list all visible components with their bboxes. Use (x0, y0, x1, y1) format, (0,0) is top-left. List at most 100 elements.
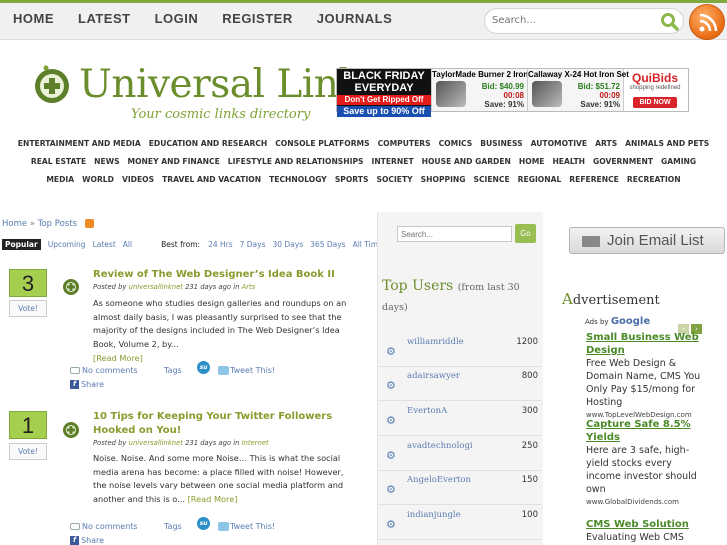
category-link[interactable]: GAMING (661, 157, 696, 166)
top-user-name[interactable]: EvertonA (407, 406, 447, 416)
text-ad[interactable]: CMS Web Solution Evaluating Web CMS (586, 518, 706, 544)
category-link[interactable]: SCIENCE (474, 175, 510, 184)
comments-link[interactable]: No comments (70, 522, 138, 531)
range-24h[interactable]: 24 Hrs (208, 240, 233, 249)
post-category[interactable]: Arts (242, 283, 256, 291)
category-link[interactable]: RECREATION (627, 175, 681, 184)
nav-journals[interactable]: JOURNALS (317, 11, 393, 26)
logo-icon[interactable] (32, 62, 76, 110)
facebook-share-link[interactable]: f Share (70, 536, 104, 545)
category-link[interactable]: HEALTH (552, 157, 585, 166)
bid-now-button[interactable]: BID NOW (633, 97, 677, 108)
range-7d[interactable]: 7 Days (240, 240, 266, 249)
comments-link[interactable]: No comments (70, 366, 138, 375)
category-link[interactable]: BUSINESS (480, 139, 522, 148)
category-link[interactable]: HOME (519, 157, 545, 166)
tab-latest[interactable]: Latest (93, 240, 116, 249)
text-ad-title[interactable]: Capture Safe 8.5% Yields (586, 418, 706, 444)
top-user-name[interactable]: indianjungle (407, 510, 461, 520)
tab-all[interactable]: All (123, 240, 132, 249)
category-link[interactable]: AUTOMOTIVE (531, 139, 588, 148)
user-icon: ⚙ (386, 414, 396, 427)
top-user-row: ⚙ adairsawyer 800 (378, 367, 542, 401)
category-link[interactable]: INTERNET (372, 157, 414, 166)
category-link[interactable]: GOVERNMENT (593, 157, 653, 166)
ad-product-1[interactable]: TaylorMade Burner 2 Iron Set Bid: $40.99… (431, 69, 543, 111)
tab-upcoming[interactable]: Upcoming (48, 240, 86, 249)
range-365d[interactable]: 365 Days (310, 240, 345, 249)
category-link[interactable]: WORLD (82, 175, 114, 184)
twitter-icon (218, 366, 229, 375)
ad-black-friday[interactable]: BLACK FRIDAY EVERYDAY Don't Get Ripped O… (337, 69, 431, 117)
vote-button[interactable]: Vote! (9, 443, 47, 460)
text-ad[interactable]: Small Business Web Design Free Web Desig… (586, 331, 706, 421)
post-category[interactable]: Internet (242, 439, 269, 447)
nav-home[interactable]: HOME (13, 11, 54, 26)
breadcrumb-current[interactable]: Top Posts (38, 219, 77, 229)
post-author[interactable]: universallinknet (129, 439, 183, 447)
tweet-this-link[interactable]: Tweet This! (218, 522, 275, 531)
stumbleupon-icon[interactable]: su (197, 517, 210, 530)
category-link[interactable]: HOUSE AND GARDEN (422, 157, 511, 166)
range-30d[interactable]: 30 Days (273, 240, 304, 249)
category-link[interactable]: REFERENCE (569, 175, 619, 184)
category-link[interactable]: VIDEOS (122, 175, 154, 184)
search-icon[interactable] (660, 12, 680, 36)
site-title[interactable]: Universal Link (79, 62, 362, 107)
text-ad-title[interactable]: Small Business Web Design (586, 331, 706, 357)
join-email-list-button[interactable]: Join Email List (569, 227, 725, 254)
tweet-this-link[interactable]: Tweet This! (218, 366, 275, 375)
nav-login[interactable]: LOGIN (155, 11, 199, 26)
facebook-share-link[interactable]: f Share (70, 380, 104, 389)
ad-product-name: TaylorMade Burner 2 Iron Set (432, 70, 543, 79)
ad-quibids[interactable]: QuiBids shopping redefined BID NOW (623, 69, 686, 111)
text-ad-title[interactable]: CMS Web Solution (586, 518, 706, 531)
post-author[interactable]: universallinknet (129, 283, 183, 291)
category-link[interactable]: REGIONAL (518, 175, 562, 184)
category-link[interactable]: SOCIETY (376, 175, 412, 184)
read-more-link[interactable]: [Read More] (93, 353, 143, 363)
tab-popular[interactable]: Popular (2, 239, 41, 250)
category-link[interactable]: EDUCATION AND RESEARCH (149, 139, 268, 148)
sidebar-search-go-button[interactable]: Go (515, 224, 536, 243)
sidebar-search-input[interactable] (397, 226, 512, 242)
category-link[interactable]: NEWS (94, 157, 119, 166)
nav-latest[interactable]: LATEST (78, 11, 131, 26)
breadcrumb-separator: » (29, 219, 36, 229)
category-link[interactable]: TRAVEL AND VACATION (162, 175, 261, 184)
category-link[interactable]: ENTERTAINMENT AND MEDIA (18, 139, 141, 148)
stumbleupon-icon[interactable]: su (197, 361, 210, 374)
top-user-name[interactable]: adairsawyer (407, 371, 460, 381)
category-link[interactable]: ANIMALS AND PETS (625, 139, 709, 148)
ad-product-2[interactable]: Callaway X-24 Hot Iron Set Bid: $51.72 0… (527, 69, 629, 111)
text-ad-url[interactable]: www.GlobalDividends.com (586, 496, 706, 508)
breadcrumb-home[interactable]: Home (2, 219, 27, 229)
ads-by-google[interactable]: Ads by Google (585, 316, 650, 327)
vote-button[interactable]: Vote! (9, 300, 47, 317)
top-search-input[interactable] (492, 15, 652, 26)
category-link[interactable]: TECHNOLOGY (269, 175, 327, 184)
post-title[interactable]: 10 Tips for Keeping Your Twitter Followe… (93, 410, 353, 438)
advertisement-heading-rest: dvertisement (572, 293, 660, 308)
category-link[interactable]: SPORTS (335, 175, 369, 184)
category-link[interactable]: COMICS (439, 139, 473, 148)
top-user-name[interactable]: williamriddle (407, 337, 464, 347)
category-link[interactable]: COMPUTERS (378, 139, 431, 148)
category-link[interactable]: ARTS (595, 139, 617, 148)
rss-feed-icon[interactable] (689, 4, 725, 40)
category-link[interactable]: MEDIA (46, 175, 74, 184)
text-ad[interactable]: Capture Safe 8.5% Yields Here are 3 safe… (586, 418, 706, 508)
post-title[interactable]: Review of The Web Designer’s Idea Book I… (93, 268, 353, 282)
banner-ad[interactable]: BLACK FRIDAY EVERYDAY Don't Get Ripped O… (336, 68, 689, 117)
rss-icon[interactable] (84, 219, 94, 228)
category-link[interactable]: MONEY AND FINANCE (128, 157, 220, 166)
nav-register[interactable]: REGISTER (222, 11, 292, 26)
category-link[interactable]: REAL ESTATE (31, 157, 86, 166)
top-user-row: ⚙ indianjungle 100 (378, 506, 542, 540)
top-user-name[interactable]: AngeloEverton (407, 475, 471, 485)
category-link[interactable]: LIFESTYLE AND RELATIONSHIPS (228, 157, 364, 166)
read-more-link[interactable]: [Read More] (188, 494, 238, 504)
category-link[interactable]: SHOPPING (421, 175, 466, 184)
top-user-name[interactable]: avadtechnologi (407, 441, 473, 451)
category-link[interactable]: CONSOLE PLATFORMS (275, 139, 369, 148)
